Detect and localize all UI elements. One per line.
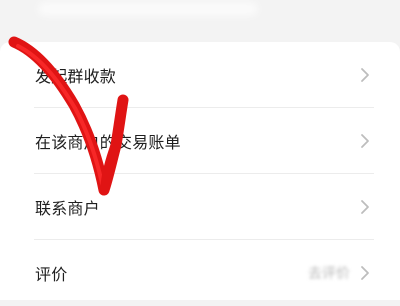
menu-item-merchant-bill[interactable]: 在该商户的交易账单 — [0, 108, 400, 174]
chevron-right-icon — [361, 200, 369, 214]
menu-item-label: 联系商户 — [35, 199, 100, 218]
top-strip — [0, 0, 400, 42]
menu-item-review[interactable]: 评价 去评价 — [0, 240, 400, 306]
review-value: 去评价 — [308, 266, 350, 282]
chevron-right-icon — [361, 266, 369, 280]
chevron-right-icon — [361, 134, 369, 148]
menu-item-label: 发起群收款 — [35, 67, 117, 86]
chevron-right-icon — [361, 68, 369, 82]
menu-item-group-collect[interactable]: 发起群收款 — [0, 42, 400, 108]
blurred-header — [38, 2, 258, 16]
menu-item-label: 评价 — [35, 265, 68, 284]
menu-item-contact-merchant[interactable]: 联系商户 — [0, 174, 400, 240]
menu-item-label: 在该商户的交易账单 — [35, 133, 181, 152]
